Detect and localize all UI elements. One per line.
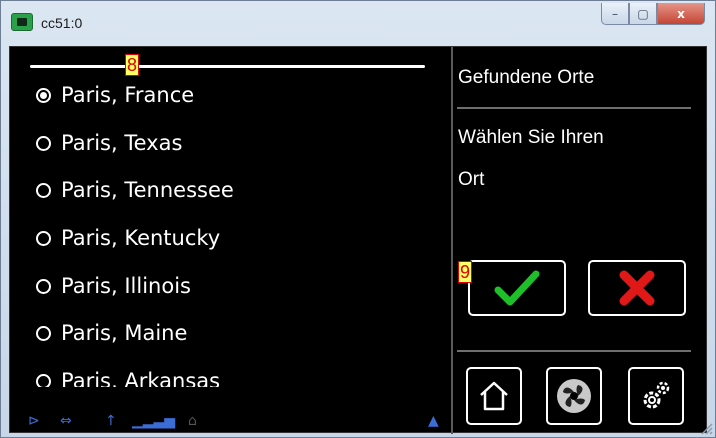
window-title: cc51:0 [41, 15, 83, 31]
list-item-label: Paris, France [61, 83, 195, 107]
list-item[interactable]: Paris, Arkansas [36, 363, 220, 387]
panel-divider [451, 47, 453, 434]
list-item-label: Paris, Tennessee [61, 178, 234, 202]
divider [457, 107, 691, 109]
divider [457, 350, 691, 352]
x-icon [619, 270, 655, 306]
list-scroll-indicator[interactable] [30, 65, 425, 68]
fan-icon [557, 379, 591, 413]
cancel-button[interactable] [588, 260, 686, 316]
list-item[interactable]: Paris, Kentucky [36, 220, 220, 256]
annotation-marker-9: 9 [458, 261, 473, 283]
status-bar: ⊳ ⇔ ↑ ▁▂▃▅ ⌂ ▲ [10, 402, 450, 432]
list-item-label: Paris, Kentucky [61, 226, 221, 250]
gear-icon [643, 381, 670, 409]
maximize-button[interactable]: ▢ [629, 3, 657, 25]
list-item[interactable]: Paris, Maine [36, 315, 187, 351]
link-icon: ⇔ [60, 413, 72, 429]
location-list[interactable]: Paris, France Paris, Texas Paris, Tennes… [10, 47, 451, 387]
radio-icon[interactable] [36, 325, 51, 341]
close-icon: x [677, 6, 685, 21]
list-item-label: Paris, Arkansas [61, 369, 221, 387]
list-item[interactable]: Paris, France [36, 77, 194, 113]
confirm-button[interactable] [468, 260, 566, 316]
radio-icon[interactable] [36, 373, 51, 387]
settings-button[interactable] [628, 367, 684, 425]
water-drop-icon: ▲ [428, 413, 439, 429]
minimize-button[interactable]: – [601, 3, 629, 25]
instruction-text-2: Ort [458, 169, 485, 190]
window-controls: – ▢ x [601, 3, 705, 25]
maximize-icon: ▢ [637, 6, 649, 21]
list-item[interactable]: Paris, Illinois [36, 268, 191, 304]
home-button[interactable] [466, 367, 522, 425]
fan-button[interactable] [546, 367, 602, 425]
list-item-label: Paris, Texas [61, 131, 183, 155]
checkmark-icon [494, 270, 540, 306]
disconnected-icon: ⌂ [188, 413, 197, 429]
radio-icon[interactable] [36, 230, 51, 246]
list-item[interactable]: Paris, Texas [36, 125, 182, 161]
app-window: cc51:0 – ▢ x Paris, France Paris, Texas … [0, 0, 716, 438]
close-button[interactable]: x [657, 3, 705, 25]
resize-grip-icon[interactable] [699, 421, 713, 435]
device-screen: Paris, France Paris, Texas Paris, Tennes… [9, 46, 707, 434]
antenna-icon: ↑ [105, 413, 117, 429]
list-item-label: Paris, Maine [61, 321, 188, 345]
home-icon [480, 381, 508, 411]
radio-icon[interactable] [36, 135, 51, 151]
annotation-marker-8: 8 [125, 54, 140, 76]
network-icon: ⊳ [28, 413, 40, 429]
list-item-label: Paris, Illinois [61, 274, 191, 298]
title-bar[interactable]: cc51:0 – ▢ x [1, 1, 715, 45]
radio-icon[interactable] [36, 278, 51, 294]
signal-strength-icon: ▁▂▃▅ [132, 413, 176, 429]
list-item[interactable]: Paris, Tennessee [36, 172, 234, 208]
instruction-text: Wählen Sie Ihren [458, 127, 604, 148]
radio-icon[interactable] [36, 87, 51, 103]
panel-title: Gefundene Orte [458, 67, 595, 88]
app-icon [11, 13, 33, 31]
minimize-icon: – [612, 6, 618, 21]
radio-icon[interactable] [36, 182, 51, 198]
